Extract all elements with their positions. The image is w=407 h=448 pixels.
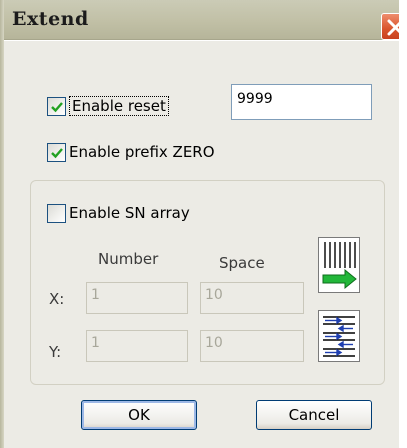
space-header: Space xyxy=(219,254,265,272)
x-number-input[interactable]: 1 xyxy=(86,282,188,314)
x-space-input[interactable]: 10 xyxy=(200,282,304,314)
y-number-input[interactable]: 1 xyxy=(86,330,188,362)
window-border-right xyxy=(399,0,407,448)
enable-sn-array-label: Enable SN array xyxy=(69,204,190,222)
check-icon xyxy=(51,147,63,158)
ok-button[interactable]: OK xyxy=(81,400,197,430)
dialog-title: Extend xyxy=(12,8,89,30)
row-order-arrows-icon xyxy=(323,316,355,357)
title-bar[interactable]: Extend xyxy=(0,0,407,40)
y-space-input[interactable]: 10 xyxy=(200,330,304,362)
enable-prefix-zero-option[interactable]: Enable prefix ZERO xyxy=(47,140,215,164)
y-label: Y: xyxy=(49,343,62,361)
column-order-button[interactable] xyxy=(318,237,360,293)
check-icon xyxy=(51,101,63,112)
enable-reset-checkbox[interactable] xyxy=(47,96,66,116)
number-header: Number xyxy=(98,250,159,268)
enable-reset-label: Enable reset xyxy=(69,96,169,116)
column-order-arrow-icon xyxy=(322,242,357,290)
enable-sn-array-option[interactable]: Enable SN array xyxy=(47,201,190,225)
cancel-button[interactable]: Cancel xyxy=(256,400,372,430)
enable-reset-option[interactable]: Enable reset xyxy=(47,94,169,118)
row-order-button[interactable] xyxy=(318,310,360,362)
enable-prefix-zero-checkbox[interactable] xyxy=(47,142,66,162)
enable-prefix-zero-label: Enable prefix ZERO xyxy=(69,143,215,161)
enable-sn-array-checkbox[interactable] xyxy=(47,203,66,223)
extend-dialog: Extend Enable reset 9999 Enable prefix Z… xyxy=(0,0,407,448)
reset-value-input[interactable]: 9999 xyxy=(231,84,372,120)
x-label: X: xyxy=(49,290,65,308)
window-border-left xyxy=(0,0,4,448)
